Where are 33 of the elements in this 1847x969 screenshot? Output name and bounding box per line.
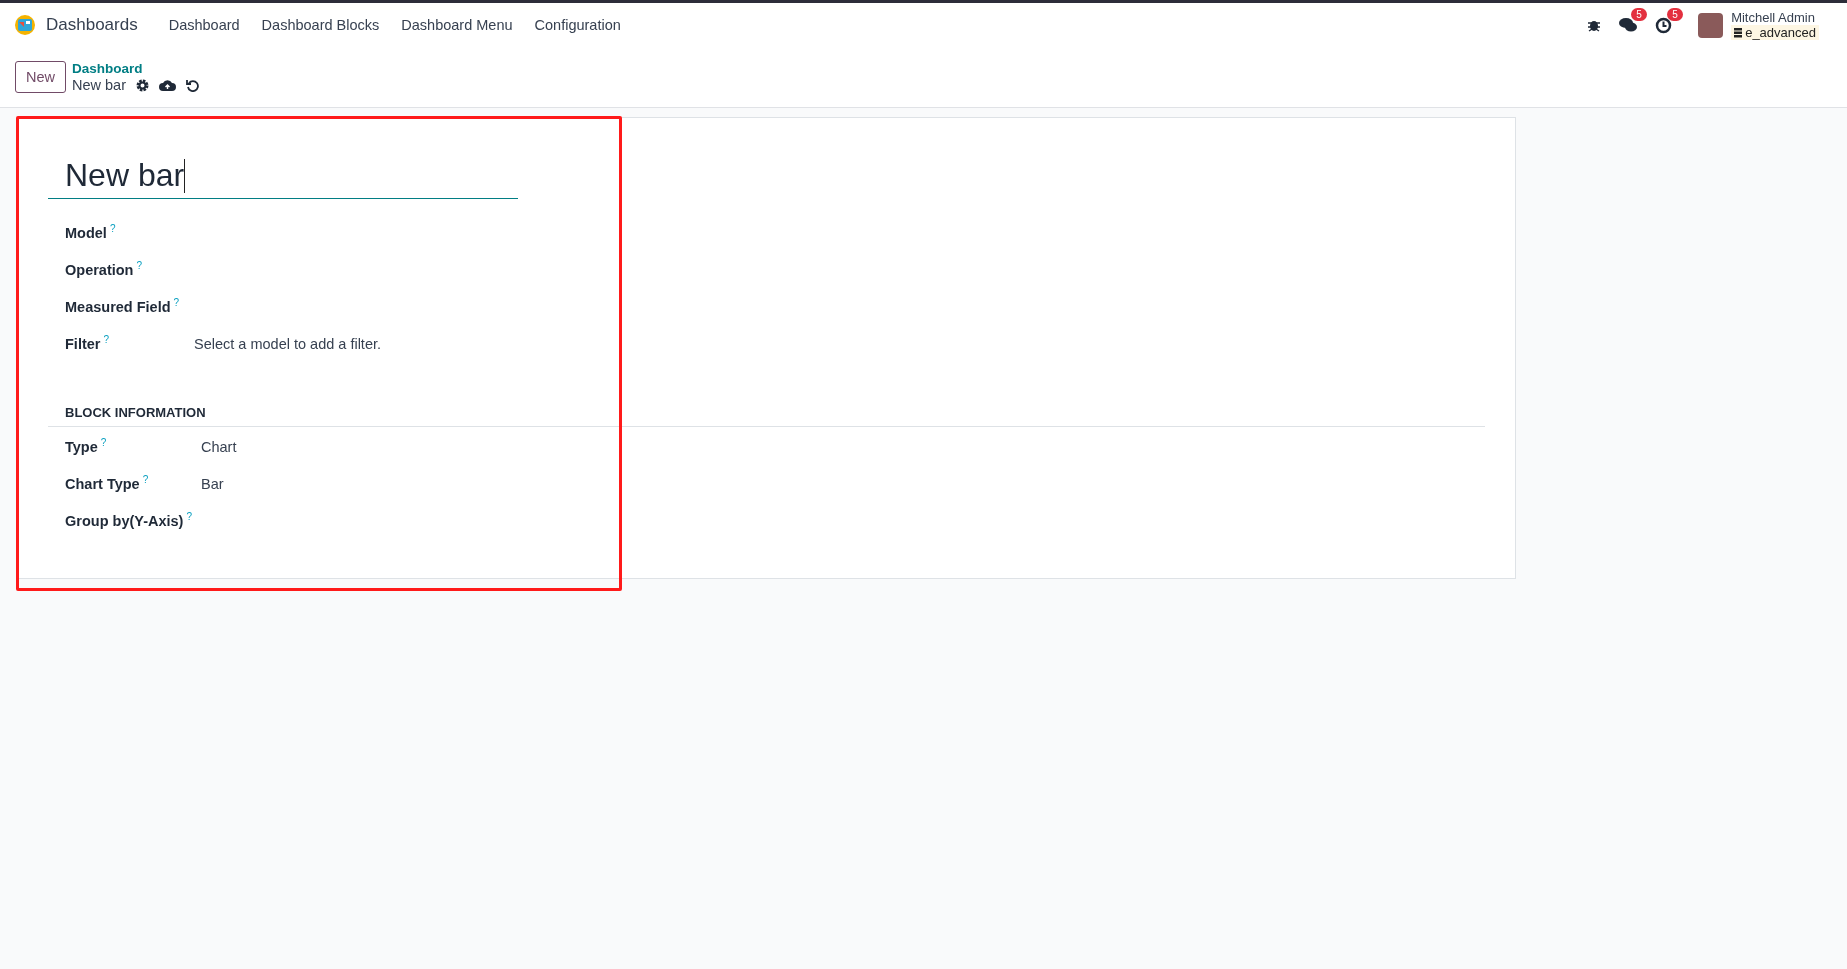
avatar[interactable]	[1698, 12, 1724, 38]
new-button[interactable]: New	[15, 61, 66, 93]
count-badge: 5	[1631, 8, 1647, 21]
database-name: e_advanced	[1745, 25, 1816, 40]
record-name: New bar	[72, 77, 126, 94]
app-name[interactable]: Dashboards	[46, 15, 138, 35]
cloud-upload-icon[interactable]	[159, 79, 176, 92]
database-icon	[1734, 27, 1743, 38]
count-badge: 5	[1667, 7, 1683, 21]
field-label: Measured Field	[65, 299, 171, 316]
app-logo-icon[interactable]	[14, 14, 36, 36]
field-value: Bar	[201, 476, 224, 493]
breadcrumb-link[interactable]: Dashboard	[72, 60, 199, 77]
menu-item[interactable]: Configuration	[523, 17, 632, 33]
user-name[interactable]: Mitchell Admin	[1731, 10, 1819, 25]
clock-icon[interactable]	[1655, 16, 1673, 34]
section-heading: BLOCK INFORMATION	[48, 405, 1485, 427]
gear-icon[interactable]	[136, 79, 149, 92]
menu-item[interactable]: Dashboard	[157, 17, 251, 33]
title-input[interactable]: New bar	[48, 151, 518, 199]
field-label: Chart Type	[65, 476, 140, 493]
field-value: Select a model to add a filter.	[194, 336, 381, 353]
menu-item[interactable]: Dashboard Menu	[390, 17, 524, 33]
menu-item[interactable]: Dashboard Blocks	[250, 17, 391, 33]
field-label: Filter	[65, 336, 101, 353]
field-label: Operation	[65, 262, 134, 279]
field-label: Model	[65, 225, 107, 242]
undo-icon[interactable]	[186, 79, 199, 92]
field-value: Chart	[201, 439, 237, 456]
field-label: Group by(Y-Axis)	[65, 513, 184, 530]
field-label: Type	[65, 439, 98, 456]
bug-icon[interactable]	[1587, 18, 1602, 32]
chat-bubbles-icon[interactable]	[1619, 17, 1638, 33]
